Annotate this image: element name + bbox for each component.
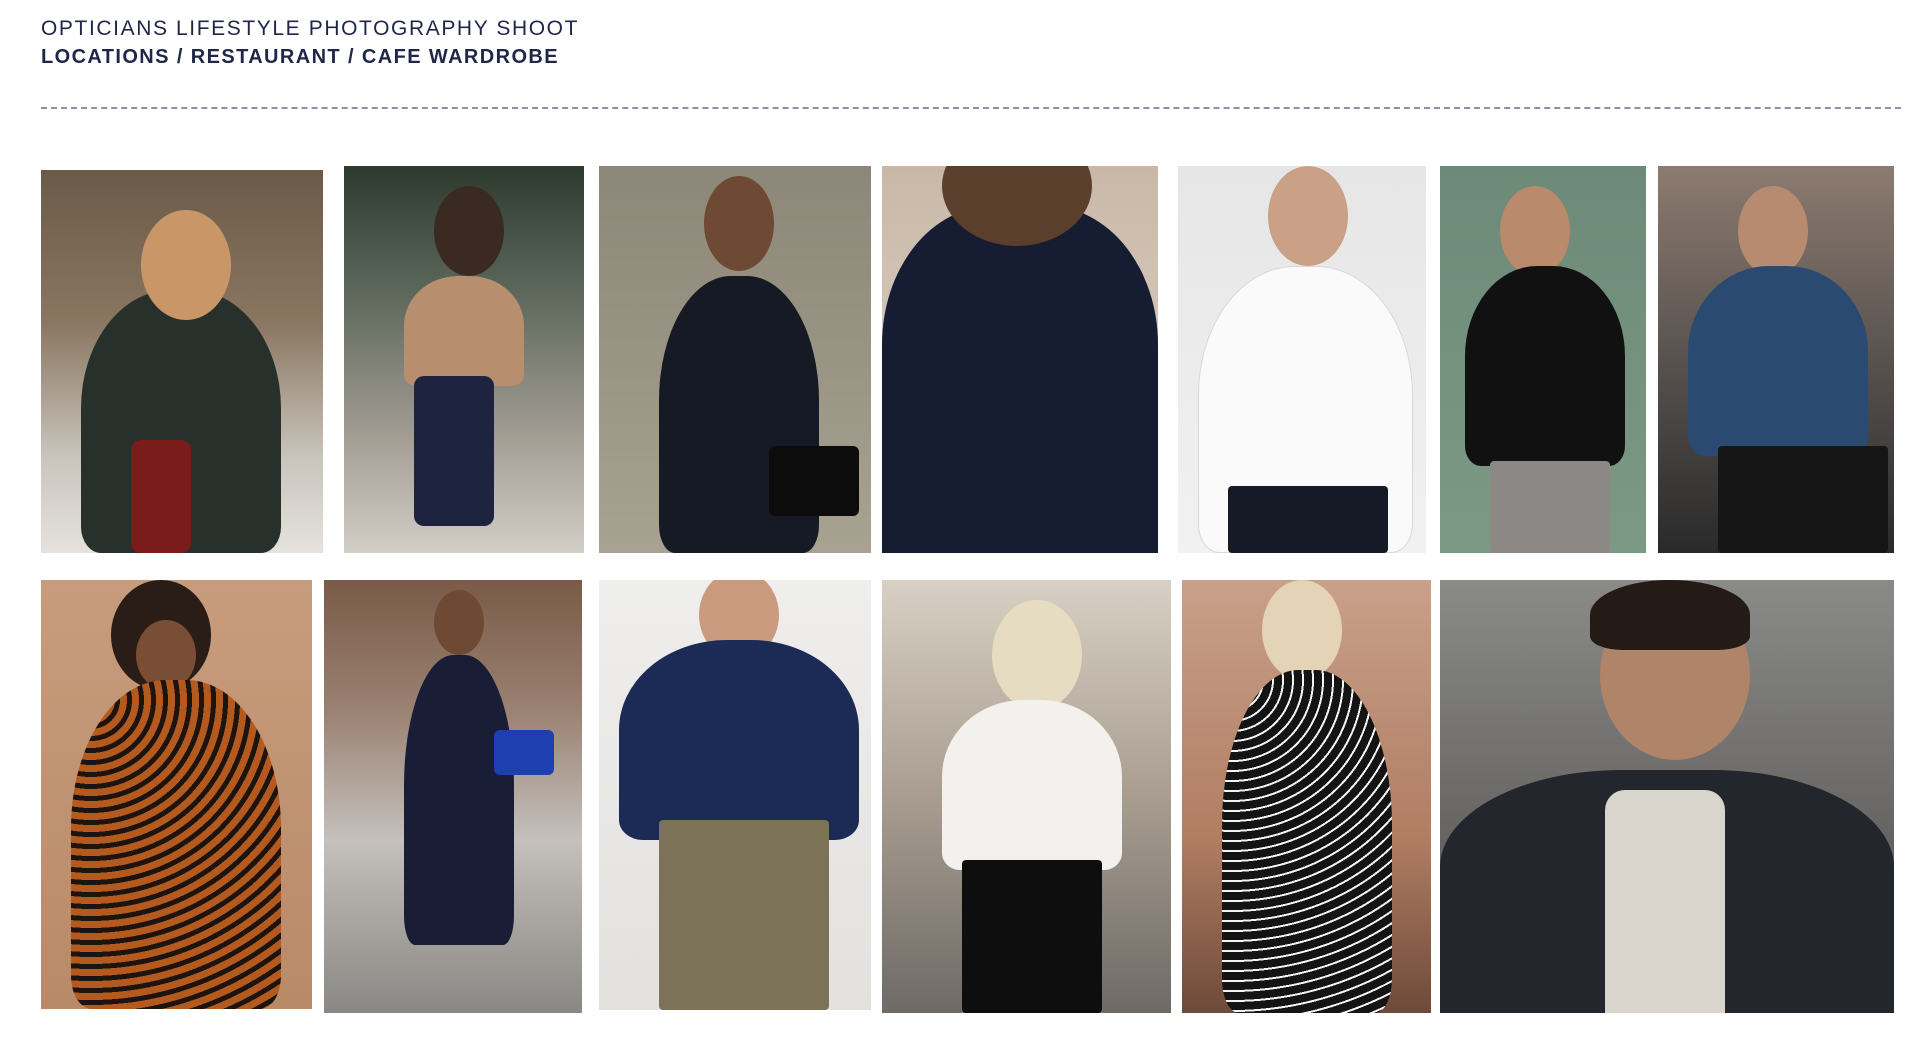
wardrobe-photo-woman-navy-maxi-dress-street <box>324 580 582 1013</box>
page-header: OPTICIANS LIFESTYLE PHOTOGRAPHY SHOOT LO… <box>41 16 579 70</box>
wardrobe-photo-navy-satin-blouse <box>882 166 1158 553</box>
wardrobe-photo-man-black-shirt-grey-trousers <box>1440 166 1646 553</box>
wardrobe-photo-woman-camel-sweater-navy-trousers <box>344 166 584 553</box>
wardrobe-photo-woman-white-blouse-staircase <box>882 580 1171 1013</box>
wardrobe-photo-man-glasses-wool-coat <box>1440 580 1894 1013</box>
page-title: LOCATIONS / RESTAURANT / CAFE WARDROBE <box>41 46 560 68</box>
wardrobe-photo-woman-leopard-print-dress <box>41 580 312 1009</box>
wardrobe-photo-woman-navy-silk-shirt-check-trousers <box>599 580 871 1010</box>
wardrobe-photo-man-white-shirt <box>1178 166 1426 553</box>
moodboard-page: OPTICIANS LIFESTYLE PHOTOGRAPHY SHOOT LO… <box>0 0 1920 1048</box>
wardrobe-photo-woman-green-knit-cafe <box>41 170 323 553</box>
wardrobe-photo-man-denim-jacket-gilet <box>1658 166 1894 553</box>
wardrobe-photo-woman-navy-top-black-bag <box>599 166 871 553</box>
page-subtitle: OPTICIANS LIFESTYLE PHOTOGRAPHY SHOOT <box>41 17 580 40</box>
wardrobe-photo-woman-polka-dot-dress <box>1182 580 1431 1013</box>
dashed-divider <box>41 107 1901 109</box>
